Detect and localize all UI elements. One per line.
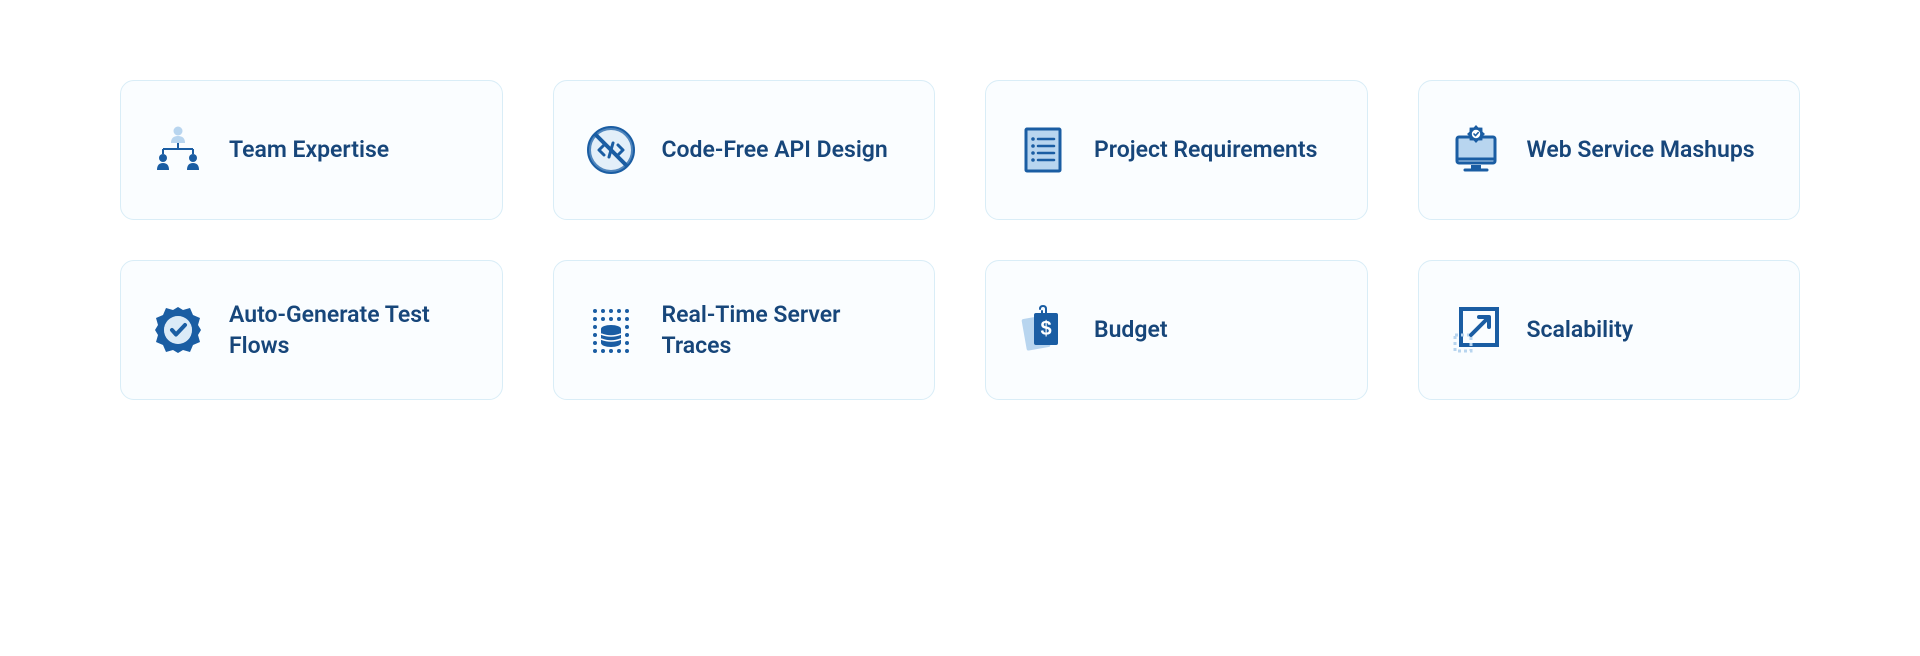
no-code-icon	[584, 123, 638, 177]
card-budget: $ Budget	[985, 260, 1368, 400]
card-label: Auto-Generate Test Flows	[229, 299, 472, 361]
card-label: Scalability	[1527, 314, 1634, 345]
document-list-icon	[1016, 123, 1070, 177]
card-label: Budget	[1094, 314, 1168, 345]
card-project-requirements: Project Requirements	[985, 80, 1368, 220]
budget-icon: $	[1016, 303, 1070, 357]
card-auto-test-flows: Auto-Generate Test Flows	[120, 260, 503, 400]
card-label: Project Requirements	[1094, 134, 1317, 165]
card-label: Code-Free API Design	[662, 134, 888, 165]
card-team-expertise: Team Expertise	[120, 80, 503, 220]
card-server-traces: Real-Time Server Traces	[553, 260, 936, 400]
team-icon	[151, 123, 205, 177]
card-label: Web Service Mashups	[1527, 134, 1755, 165]
card-label: Team Expertise	[229, 134, 389, 165]
monitor-gear-icon	[1449, 123, 1503, 177]
card-code-free: Code-Free API Design	[553, 80, 936, 220]
scalability-icon	[1449, 303, 1503, 357]
svg-text:$: $	[1040, 318, 1051, 340]
server-dots-icon	[584, 303, 638, 357]
card-scalability: Scalability	[1418, 260, 1801, 400]
gear-check-icon	[151, 303, 205, 357]
card-label: Real-Time Server Traces	[662, 299, 905, 361]
card-web-mashups: Web Service Mashups	[1418, 80, 1801, 220]
feature-grid: Team Expertise Code-Free API Design	[120, 80, 1800, 400]
